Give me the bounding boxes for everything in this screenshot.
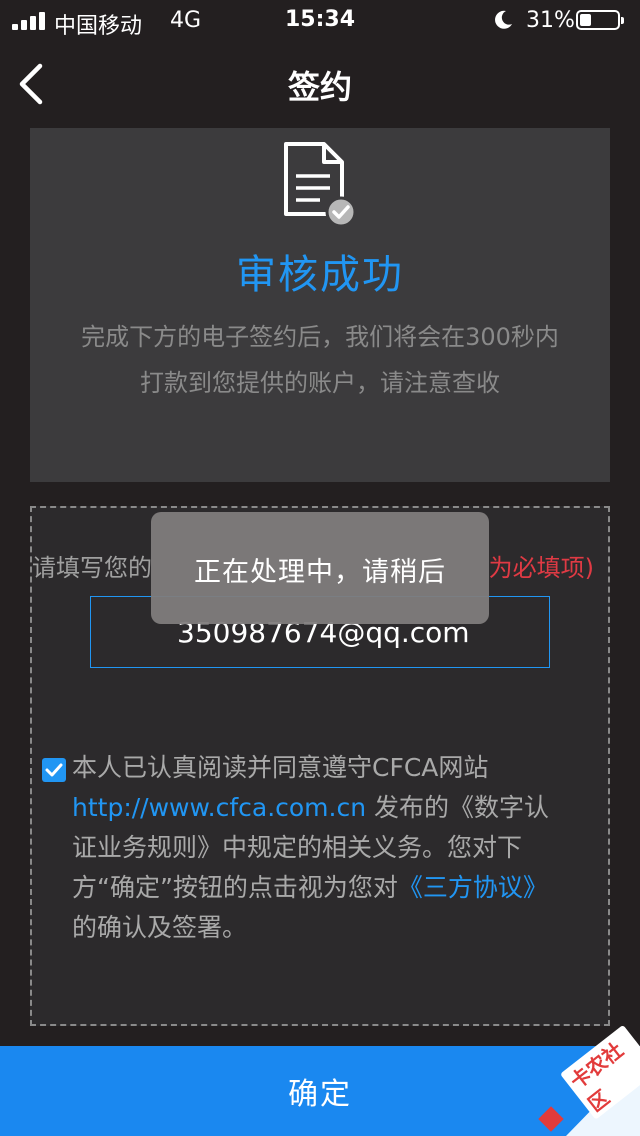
required-note: 为必填项) — [488, 554, 594, 582]
battery-icon — [576, 10, 624, 30]
agreement-text-part-1: 本人已认真阅读并同意遵守CFCA网站 — [72, 753, 489, 782]
agree-checkbox[interactable] — [42, 758, 66, 782]
battery-percent: 31% — [526, 8, 575, 33]
review-success-title: 审核成功 — [236, 252, 404, 298]
agreement-text-part-3: 的确认及签署。 — [72, 913, 248, 942]
document-check-icon — [284, 142, 357, 228]
review-status-card: 审核成功 完成下方的电子签约后，我们将会在300秒内 打款到您提供的账户，请注意… — [30, 128, 610, 482]
tripartite-agreement-link[interactable]: 《三方协议》 — [398, 873, 548, 902]
cfca-link[interactable]: http://www.cfca.com.cn — [72, 793, 366, 822]
page-title: 签约 — [287, 68, 352, 106]
email-label: 请填写您的 — [32, 554, 152, 582]
app-screen: 中国移动 4G 15:34 31% 签约 审核成功 完成下方的电子签约后，我们将… — [0, 0, 640, 1136]
review-description: 完成下方的电子签约后，我们将会在300秒内 打款到您提供的账户，请注意查收 — [50, 314, 590, 406]
status-bar: 中国移动 4G 15:34 31% — [0, 0, 640, 40]
toast-message: 正在处理中，请稍后 — [194, 557, 446, 588]
nav-bar: 签约 — [0, 40, 640, 128]
description-line-1: 完成下方的电子签约后，我们将会在300秒内 — [81, 323, 559, 351]
battery-fill — [580, 14, 591, 26]
processing-toast: 正在处理中，请稍后 — [151, 512, 489, 624]
description-line-2: 打款到您提供的账户，请注意查收 — [140, 369, 500, 397]
agreement-text: 本人已认真阅读并同意遵守CFCA网站 http://www.cfca.com.c… — [72, 748, 562, 948]
checkmark-icon — [45, 763, 63, 777]
moon-icon — [495, 10, 512, 29]
